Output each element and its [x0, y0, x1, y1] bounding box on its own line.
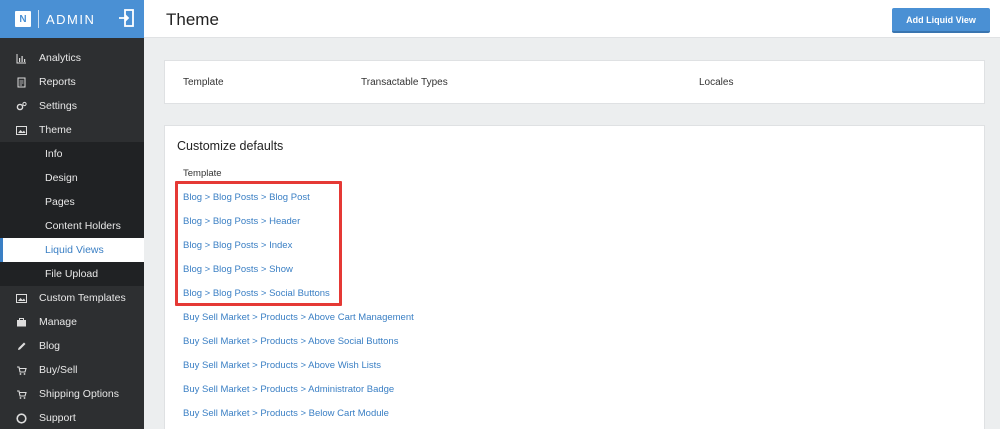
sidebar-item-theme[interactable]: Theme [0, 118, 144, 142]
sidebar-item-analytics[interactable]: Analytics [0, 46, 144, 70]
image-icon [16, 125, 27, 136]
template-link[interactable]: Blog > Blog Posts > Blog Post [183, 192, 414, 216]
template-link[interactable]: Blog > Blog Posts > Social Buttons [183, 288, 414, 312]
cart-icon [16, 365, 27, 376]
sidebar-item-label: Blog [39, 340, 61, 352]
sidebar-item-label: Theme [39, 124, 72, 136]
template-link[interactable]: Buy Sell Market > Products > Administrat… [183, 384, 414, 408]
chart-icon [16, 53, 27, 64]
sidebar-item-reports[interactable]: Reports [0, 70, 144, 94]
sidebar-subitem-label: Info [45, 148, 63, 160]
sidebar-subitem-file-upload[interactable]: File Upload [0, 262, 144, 286]
template-link-list: Blog > Blog Posts > Blog Post Blog > Blo… [183, 192, 414, 429]
template-link[interactable]: Buy Sell Market > Products > Above Socia… [183, 336, 414, 360]
column-header-template: Template [183, 77, 224, 88]
sidebar-subitem-label: Pages [45, 196, 75, 208]
sidebar-subitem-content-holders[interactable]: Content Holders [0, 214, 144, 238]
sidebar-item-label: Reports [39, 76, 76, 88]
section-title: Customize defaults [177, 139, 284, 153]
sidebar-item-buy-sell[interactable]: Buy/Sell [0, 358, 144, 382]
sidebar-subitem-label: Liquid Views [45, 244, 104, 256]
sidebar-item-custom-templates[interactable]: Custom Templates [0, 286, 144, 310]
template-link[interactable]: Blog > Blog Posts > Header [183, 216, 414, 240]
sidebar-item-label: Support [39, 412, 76, 424]
customize-defaults-panel: Customize defaults Template Blog > Blog … [164, 125, 985, 429]
column-header-locales: Locales [699, 77, 734, 88]
sidebar-subitem-info[interactable]: Info [0, 142, 144, 166]
sidebar-item-shipping-options[interactable]: Shipping Options [0, 382, 144, 406]
gear-icon [16, 101, 27, 112]
sidebar-item-label: Custom Templates [39, 292, 126, 304]
sidebar-item-support[interactable]: Support [0, 406, 144, 429]
lifebuoy-icon [16, 413, 27, 424]
brand-bar: N ADMIN [0, 0, 144, 38]
sidebar-item-label: Buy/Sell [39, 364, 78, 376]
top-header: Theme Add Liquid View [144, 0, 1000, 38]
template-link[interactable]: Buy Sell Market > Products > Above Cart … [183, 312, 414, 336]
column-header-transactable-types: Transactable Types [361, 77, 448, 88]
sidebar-item-label: Analytics [39, 52, 82, 64]
sidebar-nav: Analytics Reports Settings Theme Info De… [0, 38, 144, 429]
template-column-header: Template [183, 168, 222, 179]
page-title: Theme [166, 10, 219, 29]
sidebar-item-label: Settings [39, 100, 77, 112]
briefcase-icon [16, 317, 27, 328]
sidebar-subitem-label: Design [45, 172, 78, 184]
sidebar: N ADMIN Analytics Reports Settings Theme… [0, 0, 144, 429]
sidebar-subitem-pages[interactable]: Pages [0, 190, 144, 214]
sidebar-item-blog[interactable]: Blog [0, 334, 144, 358]
brand-divider [38, 10, 39, 28]
brand-name: ADMIN [46, 11, 96, 27]
sidebar-item-manage[interactable]: Manage [0, 310, 144, 334]
sidebar-subitem-label: Content Holders [45, 220, 121, 232]
template-link[interactable]: Blog > Blog Posts > Show [183, 264, 414, 288]
liquid-views-table: Template Transactable Types Locales [164, 60, 985, 104]
pencil-icon [16, 341, 27, 352]
sidebar-item-label: Shipping Options [39, 388, 119, 400]
report-icon [16, 77, 27, 88]
template-link[interactable]: Blog > Blog Posts > Index [183, 240, 414, 264]
cart-icon [16, 389, 27, 400]
logo-icon: N [15, 11, 31, 27]
image-icon [16, 293, 27, 304]
template-link[interactable]: Buy Sell Market > Products > Above Wish … [183, 360, 414, 384]
logout-icon[interactable] [118, 9, 134, 27]
sidebar-item-label: Manage [39, 316, 77, 328]
sidebar-subitem-liquid-views[interactable]: Liquid Views [0, 238, 144, 262]
add-liquid-view-button[interactable]: Add Liquid View [892, 8, 990, 33]
template-link[interactable]: Buy Sell Market > Products > Below Cart … [183, 408, 414, 429]
sidebar-subitem-label: File Upload [45, 268, 99, 280]
sidebar-subitem-design[interactable]: Design [0, 166, 144, 190]
sidebar-item-settings[interactable]: Settings [0, 94, 144, 118]
